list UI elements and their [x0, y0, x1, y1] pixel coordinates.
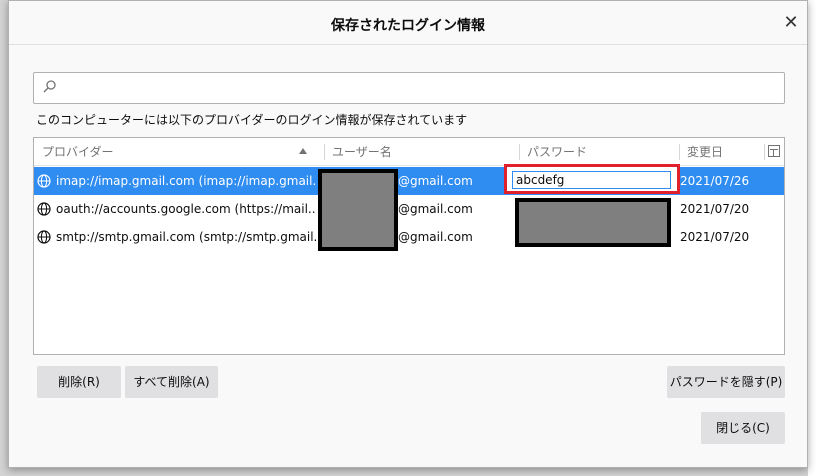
close-icon[interactable]: ✕ — [780, 12, 802, 34]
close-button[interactable]: 閉じる(C) — [701, 412, 785, 444]
column-header-date[interactable]: 変更日 — [679, 138, 764, 166]
logins-table[interactable]: プロバイダー ユーザー名 パスワード 変更日 imap://imap.gmail… — [33, 137, 785, 355]
password-redaction — [515, 198, 671, 247]
column-header-provider[interactable]: プロバイダー — [34, 138, 324, 166]
row-username: @gmail.com — [398, 202, 473, 216]
delete-button[interactable]: 削除(R) — [37, 366, 121, 398]
search-input[interactable] — [64, 77, 774, 99]
sort-ascending-icon — [299, 148, 307, 154]
delete-all-button[interactable]: すべて削除(A) — [125, 366, 218, 398]
password-edit-field[interactable]: abcdefg — [512, 171, 671, 189]
table-header: プロバイダー ユーザー名 パスワード 変更日 — [34, 138, 784, 166]
table-row[interactable]: smtp://smtp.gmail.com (smtp://smtp.gmail… — [34, 223, 784, 251]
row-provider: smtp://smtp.gmail.com (smtp://smtp.gmail… — [56, 230, 316, 244]
intro-text: このコンピューターには以下のプロバイダーのログイン情報が保存されています — [36, 113, 468, 127]
column-header-password[interactable]: パスワード — [519, 138, 679, 166]
row-username: @gmail.com — [398, 174, 473, 188]
username-redaction — [318, 169, 398, 251]
saved-logins-dialog: 保存されたログイン情報 ✕ このコンピューターには以下のプロバイダーのログイン情… — [8, 0, 808, 468]
background-window-edge — [808, 0, 817, 476]
globe-icon — [37, 202, 51, 216]
row-username: @gmail.com — [398, 230, 473, 244]
search-icon — [43, 80, 56, 93]
row-provider: imap://imap.gmail.com (imap://imap.gmail… — [56, 174, 316, 188]
globe-icon — [37, 174, 51, 188]
search-field[interactable] — [33, 72, 785, 104]
dialog-titlebar: 保存されたログイン情報 ✕ — [9, 1, 807, 45]
hide-passwords-button[interactable]: パスワードを隠す(P) — [667, 366, 785, 398]
row-date: 2021/07/20 — [680, 202, 750, 216]
table-row[interactable]: oauth://accounts.google.com (https://mai… — [34, 195, 784, 223]
row-date: 2021/07/26 — [680, 174, 750, 188]
column-separator[interactable] — [764, 144, 765, 160]
row-date: 2021/07/20 — [680, 230, 750, 244]
dialog-title: 保存されたログイン情報 — [331, 18, 485, 34]
column-header-username[interactable]: ユーザー名 — [324, 138, 519, 166]
column-picker-icon[interactable] — [768, 145, 780, 157]
globe-icon — [37, 230, 51, 244]
password-highlight: abcdefg — [504, 164, 680, 194]
row-provider: oauth://accounts.google.com (https://mai… — [56, 202, 316, 216]
